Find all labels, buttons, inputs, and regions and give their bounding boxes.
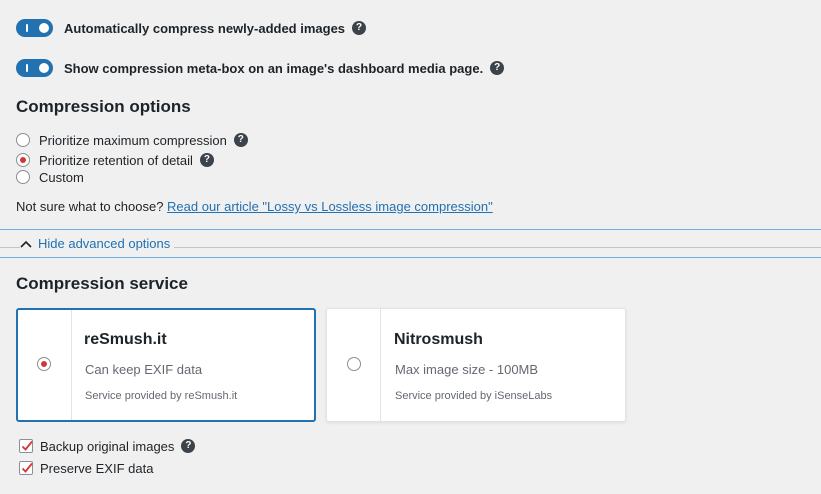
service-card-resmush[interactable]: reSmush.it Can keep EXIF data Service pr… bbox=[16, 308, 316, 422]
auto-compress-toggle[interactable] bbox=[16, 19, 53, 37]
hint-text: Not sure what to choose? bbox=[16, 199, 168, 214]
compression-service-heading: Compression service bbox=[16, 274, 188, 293]
service-name: reSmush.it bbox=[84, 331, 167, 348]
preserve-exif-row[interactable]: Preserve EXIF data bbox=[19, 460, 153, 476]
checkbox-label: Backup original images bbox=[40, 438, 175, 454]
compression-hint: Not sure what to choose? Read our articl… bbox=[16, 199, 493, 214]
meta-box-toggle-row: Show compression meta-box on an image's … bbox=[16, 59, 505, 77]
help-icon[interactable]: ? bbox=[352, 21, 367, 35]
option-retention-detail[interactable]: Prioritize retention of detail ? bbox=[16, 152, 214, 168]
compression-options-heading: Compression options bbox=[16, 97, 191, 116]
service-provider: Service provided by reSmush.it bbox=[85, 390, 238, 402]
radio-button[interactable] bbox=[16, 133, 30, 147]
service-card-nitrosmush[interactable]: Nitrosmush Max image size - 100MB Servic… bbox=[326, 308, 626, 422]
backup-original-images-row[interactable]: Backup original images ? bbox=[19, 438, 196, 454]
lossy-lossless-article-link[interactable]: Read our article "Lossy vs Lossless imag… bbox=[167, 199, 493, 214]
toggle-knob bbox=[39, 23, 49, 33]
option-label: Prioritize retention of detail bbox=[39, 152, 193, 168]
auto-compress-label: Automatically compress newly-added image… bbox=[64, 20, 346, 36]
hide-advanced-options-label: Hide advanced options bbox=[38, 236, 171, 251]
checkbox-label: Preserve EXIF data bbox=[40, 460, 154, 476]
service-description: Can keep EXIF data bbox=[85, 362, 203, 377]
help-icon[interactable]: ? bbox=[233, 133, 248, 147]
option-custom[interactable]: Custom bbox=[16, 169, 84, 185]
help-icon[interactable]: ? bbox=[199, 153, 214, 167]
toggle-knob bbox=[39, 63, 49, 73]
toggle-on-mark bbox=[26, 24, 28, 32]
service-name: Nitrosmush bbox=[394, 331, 483, 348]
meta-box-toggle[interactable] bbox=[16, 59, 53, 77]
service-provider: Service provided by iSenseLabs bbox=[395, 390, 553, 402]
service-radio-selected[interactable] bbox=[37, 357, 51, 371]
option-max-compression[interactable]: Prioritize maximum compression ? bbox=[16, 132, 248, 148]
backup-original-images-checkbox[interactable] bbox=[19, 439, 33, 453]
auto-compress-toggle-row: Automatically compress newly-added image… bbox=[16, 19, 367, 37]
service-radio[interactable] bbox=[347, 357, 361, 371]
checkmark-icon bbox=[21, 440, 33, 451]
option-label: Prioritize maximum compression bbox=[39, 132, 227, 148]
option-label: Custom bbox=[39, 169, 84, 185]
radio-button-selected[interactable] bbox=[16, 153, 30, 167]
checkmark-icon bbox=[21, 462, 33, 473]
hide-advanced-options-toggle[interactable]: Hide advanced options bbox=[20, 236, 175, 251]
help-icon[interactable]: ? bbox=[181, 439, 196, 453]
meta-box-label: Show compression meta-box on an image's … bbox=[64, 60, 484, 76]
advanced-options-bar: Hide advanced options bbox=[0, 229, 821, 258]
toggle-on-mark bbox=[26, 64, 28, 72]
chevron-up-icon bbox=[20, 240, 32, 248]
radio-button[interactable] bbox=[16, 170, 30, 184]
preserve-exif-checkbox[interactable] bbox=[19, 461, 33, 475]
service-description: Max image size - 100MB bbox=[395, 362, 539, 377]
help-icon[interactable]: ? bbox=[490, 61, 505, 75]
